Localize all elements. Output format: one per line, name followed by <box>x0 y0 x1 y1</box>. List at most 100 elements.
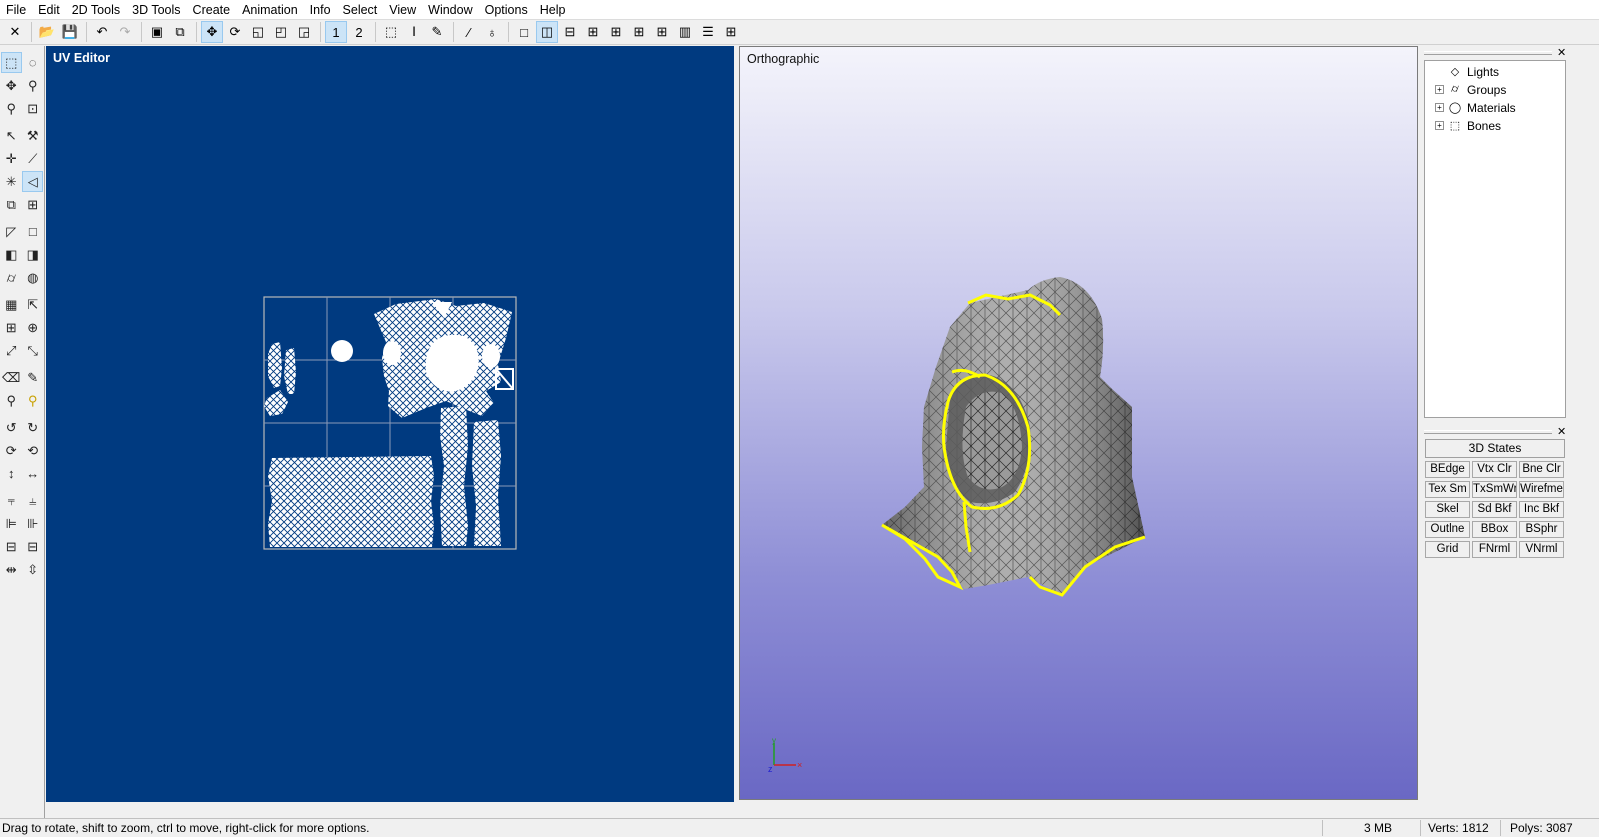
zoom-icon[interactable]: ⚲ <box>23 75 44 96</box>
lasso-icon[interactable]: ◌ <box>23 52 43 73</box>
joint-icon[interactable]: ⊕ <box>23 317 44 338</box>
polygon-tool-icon[interactable]: ◁ <box>22 171 43 192</box>
mesh-grid-icon[interactable]: ⊞ <box>1 317 22 338</box>
close-icon[interactable]: ✕ <box>1557 425 1566 438</box>
add-vertex-icon[interactable]: ✛ <box>1 148 22 169</box>
select-box-icon[interactable]: ⬚ <box>380 21 402 43</box>
scale-icon[interactable]: ◱ <box>247 21 269 43</box>
align-left-icon[interactable]: ⊫ <box>1 513 22 534</box>
close-icon[interactable]: ✕ <box>1557 46 1566 59</box>
rotate-left-icon[interactable]: ↺ <box>1 417 22 438</box>
layout-grid-icon[interactable]: ⊞ <box>720 21 742 43</box>
scale-vertical-icon[interactable]: ↕ <box>1 463 22 484</box>
move-icon[interactable]: ✥ <box>201 21 223 43</box>
state-skel-button[interactable]: Skel <box>1425 501 1470 518</box>
menu-2d-tools[interactable]: 2D Tools <box>66 0 126 20</box>
menu-window[interactable]: Window <box>422 0 478 20</box>
expand-icon[interactable]: + <box>1435 103 1444 112</box>
menu-edit[interactable]: Edit <box>32 0 66 20</box>
align-right-icon[interactable]: ⊪ <box>23 513 44 534</box>
state-outlne-button[interactable]: Outlne <box>1425 521 1470 538</box>
export-icon[interactable]: ⇱ <box>23 294 44 315</box>
layout-split-horizontal-icon[interactable]: ⊟ <box>559 21 581 43</box>
state-texsm-button[interactable]: Tex Sm <box>1425 481 1470 498</box>
align-bottom-icon[interactable]: ⫨ <box>23 490 44 511</box>
brush-icon[interactable]: ♁ <box>481 21 503 43</box>
rotate-icon[interactable]: ⟳ <box>224 21 246 43</box>
snapshot-icon[interactable]: ▣ <box>146 21 168 43</box>
pencil-box-icon[interactable]: ✎ <box>426 21 448 43</box>
close-icon[interactable]: ✕ <box>4 21 26 43</box>
undo-icon[interactable]: ↶ <box>91 21 113 43</box>
box-icon[interactable]: ◨ <box>23 244 44 265</box>
state-grid-button[interactable]: Grid <box>1425 541 1470 558</box>
cube-icon[interactable]: ◧ <box>1 244 22 265</box>
states-title-button[interactable]: 3D States <box>1425 439 1565 458</box>
highlight-pin-icon[interactable]: ⚲ <box>23 390 44 411</box>
sphere-icon[interactable]: ◍ <box>23 267 44 288</box>
duplicate-icon[interactable]: ⧉ <box>1 194 22 215</box>
select-vertex-icon[interactable]: ↖ <box>1 125 22 146</box>
menu-view[interactable]: View <box>383 0 422 20</box>
state-vtxclr-button[interactable]: Vtx Clr <box>1472 461 1517 478</box>
state-fnrml-button[interactable]: FNrml <box>1472 541 1517 558</box>
state-txsmwr-button[interactable]: TxSmWr <box>1472 481 1517 498</box>
layout-columns-icon[interactable]: ▥ <box>674 21 696 43</box>
distribute-vertical-icon[interactable]: ⇳ <box>23 559 44 580</box>
rect-select-icon[interactable]: ⬚ <box>1 52 22 73</box>
redo-icon[interactable]: ↷ <box>114 21 136 43</box>
layout-quad-icon[interactable]: ⊞ <box>628 21 650 43</box>
move-tool-icon[interactable]: ✥ <box>1 75 22 96</box>
layout-three-left-icon[interactable]: ⊞ <box>582 21 604 43</box>
scale-horizontal-icon[interactable]: ↔ <box>23 463 44 484</box>
layout-single-icon[interactable]: □ <box>513 21 535 43</box>
tree-panel-grip[interactable] <box>1424 51 1552 55</box>
layout-three-bottom-icon[interactable]: ⊞ <box>651 21 673 43</box>
align-top-icon[interactable]: ⫧ <box>1 490 22 511</box>
pin-icon[interactable]: ⚲ <box>1 390 22 411</box>
state-bneclr-button[interactable]: Bne Clr <box>1519 461 1564 478</box>
layout-split-vertical-icon[interactable]: ◫ <box>536 21 558 43</box>
menu-animation[interactable]: Animation <box>236 0 304 20</box>
zoom-region-icon[interactable]: ⚲ <box>1 98 22 119</box>
bone-link-icon[interactable]: ⤢ <box>1 340 22 361</box>
expand-icon[interactable]: + <box>1435 85 1444 94</box>
connect-icon[interactable]: ⟋ <box>23 148 44 169</box>
triangle-icon[interactable]: ◸ <box>1 221 22 242</box>
tree-item-materials[interactable]: + ◯ Materials <box>1435 99 1516 116</box>
rotate-right-icon[interactable]: ↻ <box>23 417 44 438</box>
state-sdbkf-button[interactable]: Sd Bkf <box>1472 501 1517 518</box>
layout-three-right-icon[interactable]: ⊞ <box>605 21 627 43</box>
plane-grid-icon[interactable]: ▦ <box>1 294 22 315</box>
menu-3d-tools[interactable]: 3D Tools <box>126 0 186 20</box>
state-bsphr-button[interactable]: BSphr <box>1519 521 1564 538</box>
orthographic-viewport[interactable]: Orthographic y × z <box>739 46 1418 800</box>
pick-tool-icon[interactable]: ⚒ <box>23 125 44 146</box>
center-vertical-icon[interactable]: ⊟ <box>23 536 44 557</box>
grid-tool-icon[interactable]: ⊞ <box>23 194 44 215</box>
open-icon[interactable]: 📂 <box>36 21 58 43</box>
copy-icon[interactable]: ⧉ <box>169 21 191 43</box>
center-horizontal-icon[interactable]: ⊟ <box>1 536 22 557</box>
state-wirefme-button[interactable]: Wirefme <box>1519 481 1564 498</box>
page-2-button[interactable]: 2 <box>348 21 370 43</box>
state-vnrml-button[interactable]: VNrml <box>1519 541 1564 558</box>
states-panel-grip[interactable] <box>1424 430 1552 434</box>
frame-icon[interactable]: ◰ <box>270 21 292 43</box>
save-icon[interactable]: 💾 <box>59 21 81 43</box>
state-incbkf-button[interactable]: Inc Bkf <box>1519 501 1564 518</box>
menu-help[interactable]: Help <box>534 0 572 20</box>
eyedropper-icon[interactable]: ⁄ <box>458 21 480 43</box>
scene-tree[interactable]: ◇ Lights + ⌭ Groups + ◯ Materials + ⬚ Bones <box>1424 60 1566 418</box>
layout-rows-icon[interactable]: ☰ <box>697 21 719 43</box>
text-cursor-icon[interactable]: Ⅰ <box>403 21 425 43</box>
state-bedge-button[interactable]: BEdge <box>1425 461 1470 478</box>
rectangle-icon[interactable]: □ <box>23 221 44 242</box>
menu-create[interactable]: Create <box>187 0 237 20</box>
page-1-button[interactable]: 1 <box>325 21 347 43</box>
menu-file[interactable]: File <box>0 0 32 20</box>
menu-info[interactable]: Info <box>304 0 337 20</box>
eraser-icon[interactable]: ⌫ <box>1 367 22 388</box>
menu-select[interactable]: Select <box>337 0 384 20</box>
uv-editor-viewport[interactable]: UV Editor <box>46 46 734 802</box>
